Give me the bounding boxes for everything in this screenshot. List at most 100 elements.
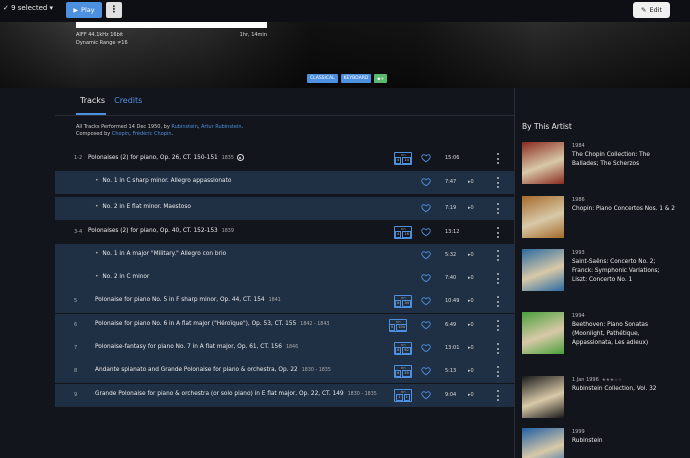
track-duration: 7:47	[445, 179, 457, 185]
genre-tag[interactable]: CLASSICAL	[307, 74, 338, 83]
play-count: ▸0	[468, 322, 474, 328]
recording-count: 14	[402, 157, 411, 164]
album-duration: 1hr, 14min	[239, 32, 267, 38]
bullet-icon: •	[95, 204, 99, 210]
heart-icon[interactable]	[421, 320, 431, 330]
table-row[interactable]: 9 Grande Polonaise for piano & orchestra …	[55, 384, 514, 407]
play-button[interactable]: ▶ Play	[66, 2, 102, 18]
performance-count: 5	[388, 324, 396, 331]
album-title[interactable]: Saint-Saëns: Concerto No. 2; Franck: Sym…	[572, 258, 676, 285]
selection-count: 9 selected	[11, 4, 48, 12]
heart-icon[interactable]	[421, 366, 431, 376]
row-menu-icon[interactable]	[496, 153, 499, 164]
performance-count-badge[interactable]: ∩∩ 6 34	[394, 295, 412, 308]
track-title[interactable]: Andante spianato and Grande Polonaise fo…	[95, 367, 331, 373]
table-row[interactable]: • No. 1 in A major "Military." Allegro co…	[55, 244, 514, 267]
row-menu-icon[interactable]	[496, 343, 499, 354]
album-title[interactable]: Chopin: Piano Concertos Nos. 1 & 2	[572, 205, 676, 214]
album-item[interactable]: 1986 Chopin: Piano Concertos Nos. 1 & 2	[522, 196, 682, 244]
performance-count-badge[interactable]: ∩∩ 4 16	[394, 226, 412, 239]
heart-icon[interactable]	[421, 203, 431, 213]
performance-count-badge[interactable]: ∩∩ 1 1	[394, 389, 412, 402]
album-item[interactable]: 1984 The Chopin Collection: The Ballades;…	[522, 142, 682, 190]
album-cover[interactable]	[522, 312, 564, 354]
album-title[interactable]: Beethoven: Piano Sonatas (Moonlight, Pat…	[572, 321, 676, 348]
composition-year: 1835	[221, 156, 234, 161]
table-row[interactable]: • No. 2 in E flat minor. Maestoso 7:19 ▸0	[55, 197, 514, 220]
track-title[interactable]: Polonaises (2) for piano, Op. 26, CT. 15…	[88, 154, 244, 161]
table-row[interactable]: 1-2 Polonaises (2) for piano, Op. 26, CT.…	[55, 147, 514, 170]
add-tag-button[interactable]: ⬥+	[374, 74, 388, 83]
row-menu-icon[interactable]	[496, 250, 499, 261]
composer-link[interactable]: Chopin	[112, 131, 129, 137]
heart-icon[interactable]	[421, 343, 431, 353]
genre-tag[interactable]: KEYBOARD	[340, 74, 372, 83]
album-title[interactable]: Rubinstein	[572, 437, 676, 446]
heart-icon[interactable]	[421, 227, 431, 237]
track-number: 8	[74, 368, 78, 374]
table-row[interactable]: 7 Polonaise-fantasy for piano No. 7 in A …	[55, 337, 514, 360]
track-title[interactable]: Grande Polonaise for piano & orchestra (…	[95, 391, 377, 397]
table-row[interactable]: 3-4 Polonaises (2) for piano, Op. 40, CT.…	[55, 221, 514, 244]
track-title[interactable]: Polonaise for piano No. 6 in A flat majo…	[95, 321, 329, 327]
heart-icon[interactable]	[421, 296, 431, 306]
album-cover[interactable]	[522, 249, 564, 291]
track-duration: 10:49	[445, 298, 460, 304]
heart-icon[interactable]	[421, 390, 431, 400]
track-title[interactable]: Polonaise for piano No. 5 in F sharp min…	[95, 297, 281, 303]
table-row[interactable]: 6 Polonaise for piano No. 6 in A flat maj…	[55, 314, 514, 337]
recording-count: 62	[402, 347, 411, 354]
performance-count-badge[interactable]: ∩∩ 6 62	[394, 342, 412, 355]
album-item[interactable]: 1994 Beethoven: Piano Sonatas (Moonlight,…	[522, 312, 682, 360]
more-options-button[interactable]: ⋮	[106, 2, 122, 18]
album-cover[interactable]	[522, 196, 564, 238]
edit-button[interactable]: ✎ Edit	[633, 2, 670, 18]
table-row[interactable]: • No. 1 in C sharp minor. Allegro appassi…	[55, 171, 514, 194]
album-cover[interactable]	[522, 142, 564, 184]
artist-link[interactable]: Artur Rubinstein	[201, 124, 242, 130]
table-row[interactable]: 5 Polonaise for piano No. 5 in F sharp mi…	[55, 290, 514, 313]
album-cover[interactable]	[522, 376, 564, 418]
row-menu-icon[interactable]	[496, 390, 499, 401]
composition-year: 1839	[221, 229, 234, 234]
heart-icon[interactable]	[421, 250, 431, 260]
album-item[interactable]: 1 Jan 1996 ★★★☆☆ Rubinstein Collection, Vo…	[522, 376, 682, 424]
row-menu-icon[interactable]	[496, 177, 499, 188]
performance-count: 6	[395, 347, 402, 354]
tab-tracks[interactable]: Tracks	[80, 96, 105, 105]
composer-link[interactable]: Frédéric Chopin	[132, 131, 171, 137]
rating-stars[interactable]: ★★★☆☆	[602, 378, 622, 383]
album-cover[interactable]	[522, 428, 564, 458]
album-title[interactable]: Rubinstein Collection, Vol. 32	[572, 385, 676, 394]
album-title[interactable]: The Chopin Collection: The Ballades; The…	[572, 151, 676, 169]
track-title[interactable]: Polonaises (2) for piano, Op. 40, CT. 15…	[88, 228, 234, 234]
track-title[interactable]: • No. 2 in C minor	[95, 274, 149, 280]
row-menu-icon[interactable]	[496, 227, 499, 238]
heart-icon[interactable]	[421, 177, 431, 187]
row-menu-icon[interactable]	[496, 296, 499, 307]
track-title[interactable]: Polonaise-fantasy for piano No. 7 in A f…	[95, 344, 298, 350]
selection-dropdown[interactable]: ✓ 9 selected ▾	[3, 4, 53, 12]
heart-icon[interactable]	[421, 273, 431, 283]
performance-count-badge[interactable]: ∩∩ 6 55	[394, 365, 412, 378]
row-menu-icon[interactable]	[496, 203, 499, 214]
play-count: ▸0	[468, 345, 474, 351]
track-title[interactable]: • No. 1 in C sharp minor. Allegro appassi…	[95, 178, 231, 184]
performance-count-badge[interactable]: ∩∩ 4 14	[394, 152, 412, 165]
track-title[interactable]: • No. 1 in A major "Military." Allegro co…	[95, 251, 226, 257]
row-menu-icon[interactable]	[496, 273, 499, 284]
row-menu-icon[interactable]	[496, 366, 499, 377]
album-item[interactable]: 1999 Rubinstein	[522, 428, 682, 458]
artist-link[interactable]: Rubinstein	[171, 124, 197, 130]
performance-count: 4	[395, 157, 402, 164]
performance-count-badge[interactable]: ∩∩ 5 104	[388, 319, 408, 332]
table-row[interactable]: • No. 2 in C minor 7:40 ▸0	[55, 267, 514, 290]
track-title[interactable]: • No. 2 in E flat minor. Maestoso	[95, 204, 191, 210]
album-item[interactable]: 1993 Saint-Saëns: Concerto No. 2; Franck:…	[522, 249, 682, 297]
tab-credits[interactable]: Credits	[114, 96, 142, 105]
heart-icon[interactable]	[421, 153, 431, 163]
row-menu-icon[interactable]	[496, 320, 499, 331]
table-row[interactable]: 8 Andante spianato and Grande Polonaise f…	[55, 360, 514, 383]
radio-circle-icon[interactable]	[236, 154, 244, 161]
pencil-icon: ✎	[640, 6, 647, 14]
